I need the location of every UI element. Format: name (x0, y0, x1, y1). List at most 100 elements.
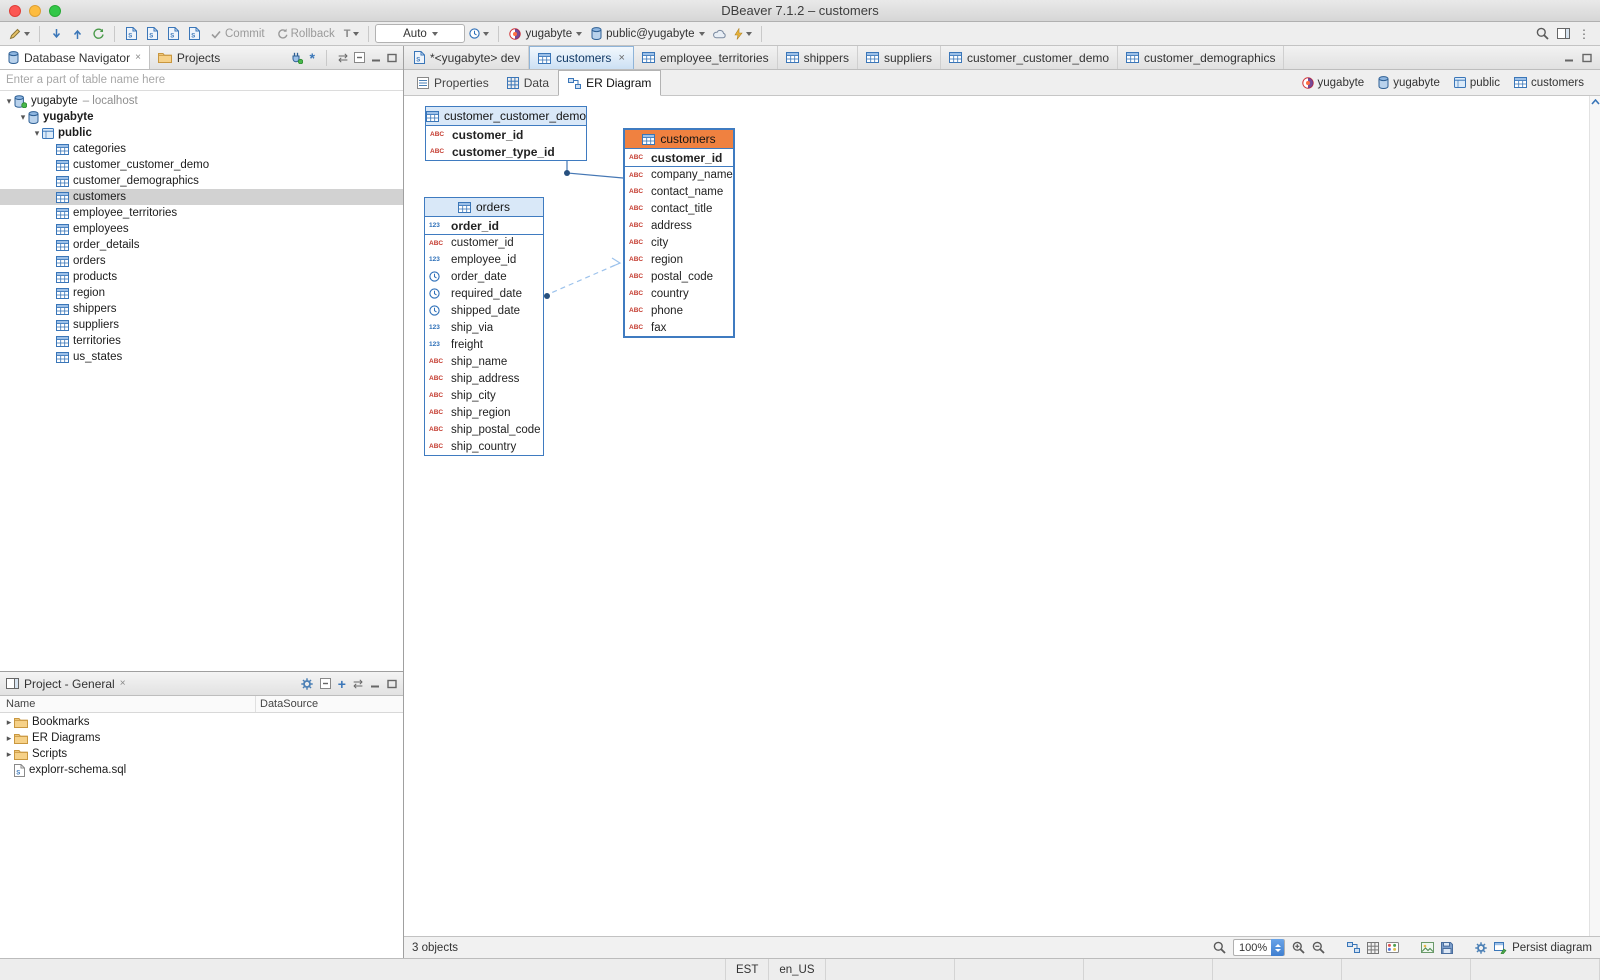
minimize-view-icon[interactable] (370, 679, 380, 689)
connection-select[interactable]: yugabyte (505, 24, 586, 44)
zoom-tool-button[interactable] (1213, 941, 1226, 954)
tab-properties[interactable]: Properties (408, 70, 498, 95)
editor-tab-yugabyte-dev[interactable]: S*<yugabyte> dev (406, 46, 529, 69)
entity-orders[interactable]: orders123order_idABCcustomer_id123employ… (424, 197, 544, 456)
expander-icon[interactable]: ▾ (4, 96, 14, 106)
new-sql-editor-button[interactable]: S (121, 24, 141, 44)
overflow-menu-button[interactable]: ⋮ (1574, 24, 1594, 44)
zoom-level-select[interactable]: 100% (1233, 939, 1285, 956)
new-object-wizard-button[interactable] (6, 24, 33, 44)
collapse-all-icon[interactable] (354, 52, 365, 63)
expander-icon[interactable]: ▸ (4, 749, 14, 759)
entity-column-ship-country[interactable]: ABCship_country (425, 438, 543, 455)
tree-item-order-details[interactable]: order_details (0, 237, 403, 253)
entity-column-postal-code[interactable]: ABCpostal_code (625, 268, 733, 285)
expander-icon[interactable]: ▸ (4, 717, 14, 727)
column-header-datasource[interactable]: DataSource (256, 696, 403, 712)
tree-item-bookmarks[interactable]: ▸Bookmarks (0, 714, 403, 730)
sql-tasks-button[interactable]: S (184, 24, 204, 44)
gear-icon[interactable] (301, 678, 313, 690)
tab-database-navigator[interactable]: Database Navigator × (0, 46, 150, 69)
breadcrumb-public[interactable]: public (1448, 75, 1506, 91)
search-button[interactable] (1532, 24, 1552, 44)
zoom-in-button[interactable] (1292, 941, 1305, 954)
tree-item-territories[interactable]: territories (0, 333, 403, 349)
editor-tab-customer-demographics[interactable]: customer_demographics (1118, 46, 1284, 69)
breadcrumb-yugabyte[interactable]: yugabyte (1296, 75, 1371, 91)
sql-console-button[interactable]: S (163, 24, 183, 44)
close-icon[interactable]: × (120, 678, 126, 689)
tree-item-products[interactable]: products (0, 269, 403, 285)
breadcrumb-yugabyte[interactable]: yugabyte (1372, 74, 1446, 91)
entity-customer-customer-demo[interactable]: customer_customer_demoABCcustomer_idABCc… (425, 106, 587, 161)
tab-data[interactable]: Data (498, 70, 558, 95)
link-with-editor-icon[interactable]: ⇄ (338, 52, 348, 64)
close-icon[interactable]: × (135, 52, 141, 63)
minimize-window-button[interactable] (29, 5, 41, 17)
diagram-canvas[interactable]: customer_customer_demo ABCcustomer_id ABCc… (404, 96, 1600, 936)
add-item-icon[interactable]: + (338, 679, 346, 689)
tree-item-orders[interactable]: orders (0, 253, 403, 269)
tree-item-shippers[interactable]: shippers (0, 301, 403, 317)
editor-tab-customers[interactable]: customers× (529, 46, 634, 69)
entity-column-ship-region[interactable]: ABCship_region (425, 404, 543, 421)
entity-column-freight[interactable]: 123freight (425, 336, 543, 353)
entity-column-region[interactable]: ABCregion (625, 251, 733, 268)
editor-tab-employee-territories[interactable]: employee_territories (634, 46, 778, 69)
persist-diagram-button[interactable]: Persist diagram (1494, 942, 1592, 954)
zoom-window-button[interactable] (49, 5, 61, 17)
entity-header[interactable]: customer_customer_demo (426, 107, 586, 126)
commit-mode-select[interactable]: Auto (375, 24, 465, 43)
tree-item-explorr-schema-sql[interactable]: Sexplorr-schema.sql (0, 762, 403, 778)
diagram-settings-button[interactable] (1475, 942, 1487, 954)
new-connection-icon[interactable] (290, 51, 303, 64)
commit-button[interactable]: Commit (205, 24, 270, 44)
export-image-button[interactable] (1421, 942, 1434, 953)
new-item-icon[interactable]: * (309, 53, 314, 63)
entity-column-ship-via[interactable]: 123ship_via (425, 319, 543, 336)
entity-column-customer-id[interactable]: ABCcustomer_id (625, 149, 733, 166)
perspective-button[interactable] (1553, 24, 1573, 44)
tree-item-yugabyte[interactable]: ▾yugabyte (0, 109, 403, 125)
tree-item-us-states[interactable]: us_states (0, 349, 403, 365)
diagram-layout-button[interactable] (1347, 942, 1360, 953)
entity-column-ship-postal-code[interactable]: ABCship_postal_code (425, 421, 543, 438)
close-icon[interactable]: × (618, 52, 624, 64)
tree-item-customers[interactable]: customers (0, 189, 403, 205)
minimize-view-icon[interactable] (371, 53, 381, 63)
collapse-all-icon[interactable] (320, 678, 331, 689)
entity-column-customer-id[interactable]: ABCcustomer_id (425, 234, 543, 251)
refresh-button[interactable] (88, 24, 108, 44)
save-diagram-button[interactable] (1441, 942, 1453, 954)
tree-item-region[interactable]: region (0, 285, 403, 301)
expander-icon[interactable]: ▾ (32, 128, 42, 138)
load-button[interactable] (67, 24, 87, 44)
breadcrumb-customers[interactable]: customers (1508, 75, 1590, 91)
entity-column-shipped-date[interactable]: shipped_date (425, 302, 543, 319)
tab-er-diagram[interactable]: ER Diagram (558, 70, 661, 96)
toggle-grid-button[interactable] (1367, 942, 1379, 954)
transaction-log-button[interactable] (466, 24, 492, 44)
entity-column-address[interactable]: ABCaddress (625, 217, 733, 234)
diagram-colors-button[interactable] (1386, 942, 1399, 953)
entity-column-fax[interactable]: ABCfax (625, 319, 733, 336)
entity-column-city[interactable]: ABCcity (625, 234, 733, 251)
entity-column-order-id[interactable]: 123order_id (425, 217, 543, 234)
entity-column-contact-title[interactable]: ABCcontact_title (625, 200, 733, 217)
quick-actions-button[interactable] (731, 24, 755, 44)
tab-projects[interactable]: Projects (150, 46, 228, 69)
entity-header[interactable]: customers (625, 130, 733, 149)
entity-column-employee-id[interactable]: 123employee_id (425, 251, 543, 268)
maximize-view-icon[interactable] (387, 53, 397, 63)
editor-tab-shippers[interactable]: shippers (778, 46, 858, 69)
tree-item-customer-demographics[interactable]: customer_demographics (0, 173, 403, 189)
zoom-out-button[interactable] (1312, 941, 1325, 954)
entity-column-contact-name[interactable]: ABCcontact_name (625, 183, 733, 200)
entity-column-order-date[interactable]: order_date (425, 268, 543, 285)
open-sql-script-button[interactable]: S (142, 24, 162, 44)
editor-tab-suppliers[interactable]: suppliers (858, 46, 941, 69)
entity-column-phone[interactable]: ABCphone (625, 302, 733, 319)
tree-item-customer-customer-demo[interactable]: customer_customer_demo (0, 157, 403, 173)
maximize-editor-icon[interactable] (1582, 53, 1592, 63)
entity-column-customer-type-id[interactable]: ABCcustomer_type_id (426, 143, 586, 160)
